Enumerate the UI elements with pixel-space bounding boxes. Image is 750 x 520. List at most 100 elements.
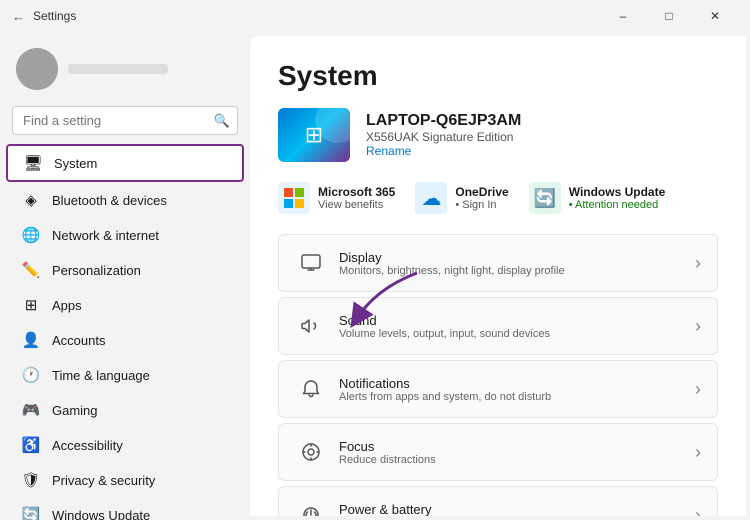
settings-item-sound[interactable]: SoundVolume levels, output, input, sound… bbox=[278, 297, 718, 355]
windows-logo-icon: ⊞ bbox=[305, 122, 323, 148]
display-subtitle: Monitors, brightness, night light, displ… bbox=[339, 265, 695, 277]
search-input[interactable] bbox=[12, 106, 238, 135]
windows-update-quick-sub: • Attention needed bbox=[569, 199, 666, 211]
accessibility-icon: ♿ bbox=[22, 436, 40, 454]
sound-subtitle: Volume levels, output, input, sound devi… bbox=[339, 328, 695, 340]
sidebar-item-personalization[interactable]: ✏️ Personalization bbox=[6, 253, 244, 287]
apps-icon: ⊞ bbox=[22, 296, 40, 314]
sidebar-item-network[interactable]: 🌐 Network & internet bbox=[6, 218, 244, 252]
display-title: Display bbox=[339, 250, 695, 265]
sidebar-item-label-bluetooth: Bluetooth & devices bbox=[52, 193, 228, 208]
sidebar-item-label-accounts: Accounts bbox=[52, 333, 228, 348]
quick-link-windows-update[interactable]: 🔄Windows Update• Attention needed bbox=[529, 182, 666, 214]
sidebar-item-label-personalization: Personalization bbox=[52, 263, 228, 278]
focus-chevron-icon: › bbox=[695, 442, 701, 463]
sidebar-item-accessibility[interactable]: ♿ Accessibility bbox=[6, 428, 244, 462]
power-chevron-icon: › bbox=[695, 505, 701, 517]
minimize-button[interactable]: – bbox=[600, 0, 646, 32]
back-icon[interactable]: ← bbox=[12, 9, 25, 24]
sidebar-item-label-windows-update: Windows Update bbox=[52, 508, 228, 520]
profile-name bbox=[68, 64, 168, 74]
notifications-subtitle: Alerts from apps and system, do not dist… bbox=[339, 391, 695, 403]
quick-link-m365[interactable]: Microsoft 365View benefits bbox=[278, 182, 395, 214]
sound-text: SoundVolume levels, output, input, sound… bbox=[339, 313, 695, 340]
rename-link[interactable]: Rename bbox=[366, 144, 718, 158]
window-controls: – □ ✕ bbox=[600, 0, 738, 32]
notifications-chevron-icon: › bbox=[695, 379, 701, 400]
settings-list: DisplayMonitors, brightness, night light… bbox=[278, 234, 718, 516]
sidebar: 🔍 🖥 System ◈ Bluetooth & devices 🌐 Network & … bbox=[0, 32, 250, 520]
onedrive-quick-sub: • Sign In bbox=[455, 199, 508, 211]
title-bar: ← Settings – □ ✕ bbox=[0, 0, 750, 32]
power-settings-icon bbox=[295, 499, 327, 516]
sidebar-item-label-network: Network & internet bbox=[52, 228, 228, 243]
sidebar-item-label-system: System bbox=[54, 156, 226, 171]
onedrive-quick-title: OneDrive bbox=[455, 185, 508, 199]
onedrive-quick-text: OneDrive• Sign In bbox=[455, 185, 508, 211]
m365-quick-title: Microsoft 365 bbox=[318, 185, 395, 199]
main-content: System ⊞ LAPTOP-Q6EJP3AM X556UAK Signatu… bbox=[250, 36, 746, 516]
power-title: Power & battery bbox=[339, 502, 695, 517]
sidebar-item-time[interactable]: 🕐Time & language bbox=[6, 358, 244, 392]
sidebar-item-gaming[interactable]: 🎮 Gaming bbox=[6, 393, 244, 427]
focus-settings-icon bbox=[295, 436, 327, 468]
personalization-icon: ✏️ bbox=[22, 261, 40, 279]
device-name: LAPTOP-Q6EJP3AM bbox=[366, 112, 718, 130]
m365-quick-icon bbox=[278, 182, 310, 214]
title-bar-left: ← Settings bbox=[12, 9, 76, 24]
notifications-title: Notifications bbox=[339, 376, 695, 391]
device-card: ⊞ LAPTOP-Q6EJP3AM X556UAK Signature Edit… bbox=[278, 108, 718, 162]
device-subtitle: X556UAK Signature Edition bbox=[366, 130, 718, 144]
sidebar-item-label-apps: Apps bbox=[52, 298, 228, 313]
windows-update-icon: 🔄 bbox=[22, 506, 40, 520]
windows-update-quick-text: Windows Update• Attention needed bbox=[569, 185, 666, 211]
m365-quick-text: Microsoft 365View benefits bbox=[318, 185, 395, 211]
sidebar-item-apps[interactable]: ⊞ Apps bbox=[6, 288, 244, 322]
notifications-settings-icon bbox=[295, 373, 327, 405]
sound-settings-icon bbox=[295, 310, 327, 342]
sound-chevron-icon: › bbox=[695, 316, 701, 337]
app-title: Settings bbox=[33, 9, 76, 23]
device-logo: ⊞ bbox=[278, 108, 350, 162]
onedrive-quick-icon: ☁ bbox=[415, 182, 447, 214]
notifications-text: NotificationsAlerts from apps and system… bbox=[339, 376, 695, 403]
accounts-icon: 👤 bbox=[22, 331, 40, 349]
sidebar-item-label-time: Time & language bbox=[52, 368, 228, 383]
settings-item-focus[interactable]: FocusReduce distractions› bbox=[278, 423, 718, 481]
focus-title: Focus bbox=[339, 439, 695, 454]
system-icon: 🖥 bbox=[24, 154, 42, 172]
display-settings-icon bbox=[295, 247, 327, 279]
m365-quick-sub: View benefits bbox=[318, 199, 395, 211]
sidebar-item-accounts[interactable]: 👤 Accounts bbox=[6, 323, 244, 357]
windows-update-quick-title: Windows Update bbox=[569, 185, 666, 199]
profile-section bbox=[0, 36, 250, 102]
sidebar-item-system[interactable]: 🖥 System bbox=[6, 144, 244, 182]
sidebar-item-windows-update[interactable]: 🔄 Windows Update bbox=[6, 498, 244, 520]
gaming-icon: 🎮 bbox=[22, 401, 40, 419]
network-icon: 🌐 bbox=[22, 226, 40, 244]
maximize-button[interactable]: □ bbox=[646, 0, 692, 32]
search-box: 🔍 bbox=[12, 106, 238, 135]
quick-links: Microsoft 365View benefits ☁ OneDrive• Sig… bbox=[278, 182, 718, 214]
display-chevron-icon: › bbox=[695, 253, 701, 274]
sidebar-item-bluetooth[interactable]: ◈ Bluetooth & devices bbox=[6, 183, 244, 217]
quick-link-onedrive[interactable]: ☁ OneDrive• Sign In bbox=[415, 182, 508, 214]
avatar bbox=[16, 48, 58, 90]
sidebar-item-privacy[interactable]: 🛡Privacy & security bbox=[6, 463, 244, 497]
settings-item-display[interactable]: DisplayMonitors, brightness, night light… bbox=[278, 234, 718, 292]
search-icon: 🔍 bbox=[214, 113, 230, 129]
page-title: System bbox=[278, 60, 718, 92]
sidebar-item-label-gaming: Gaming bbox=[52, 403, 228, 418]
bluetooth-icon: ◈ bbox=[22, 191, 40, 209]
focus-subtitle: Reduce distractions bbox=[339, 454, 695, 466]
nav-list: 🖥 System ◈ Bluetooth & devices 🌐 Network & in… bbox=[0, 143, 250, 520]
sound-title: Sound bbox=[339, 313, 695, 328]
settings-item-notifications[interactable]: NotificationsAlerts from apps and system… bbox=[278, 360, 718, 418]
settings-item-power[interactable]: Power & batterySleep, battery usage, bat… bbox=[278, 486, 718, 516]
focus-text: FocusReduce distractions bbox=[339, 439, 695, 466]
device-info: LAPTOP-Q6EJP3AM X556UAK Signature Editio… bbox=[366, 112, 718, 158]
display-text: DisplayMonitors, brightness, night light… bbox=[339, 250, 695, 277]
close-button[interactable]: ✕ bbox=[692, 0, 738, 32]
app-body: 🔍 🖥 System ◈ Bluetooth & devices 🌐 Network & … bbox=[0, 32, 750, 520]
sidebar-item-label-accessibility: Accessibility bbox=[52, 438, 228, 453]
